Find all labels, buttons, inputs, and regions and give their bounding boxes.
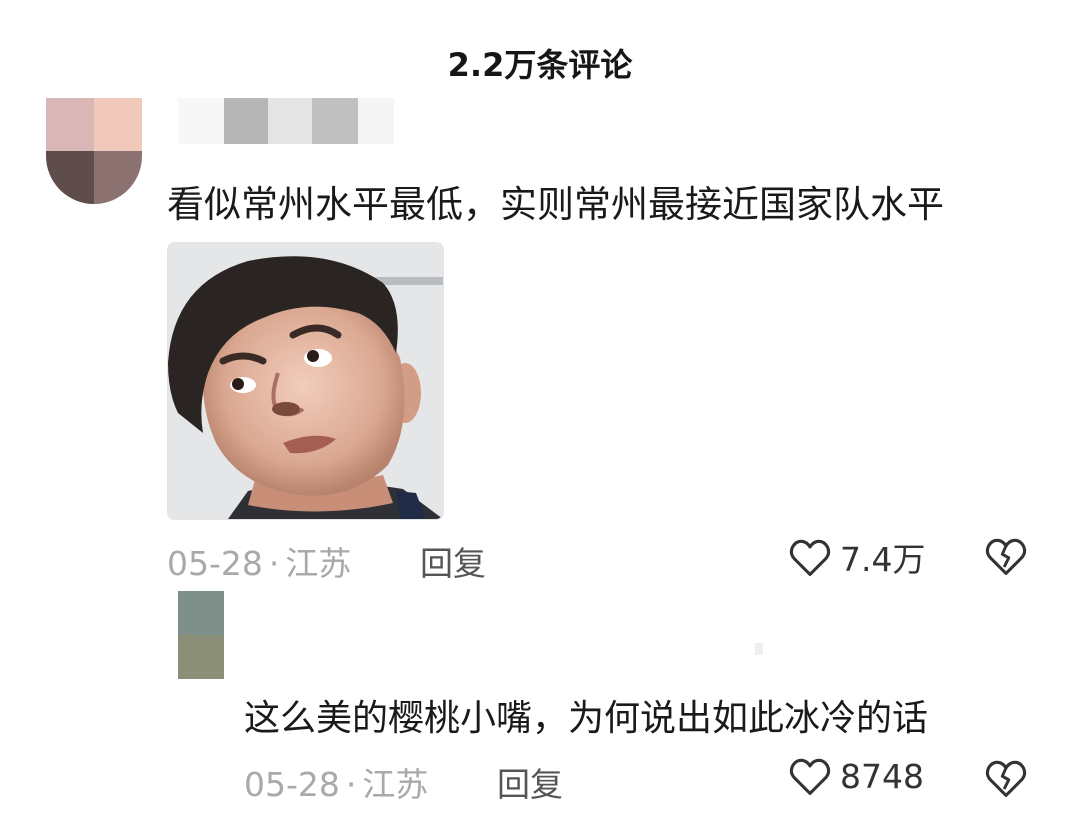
like-count: 7.4万: [840, 540, 926, 579]
broken-heart-icon: [985, 538, 1027, 575]
comment-location: 江苏: [285, 544, 352, 583]
comment-date: 05-28: [167, 544, 263, 583]
like-count: 8748: [840, 756, 924, 796]
dislike-button[interactable]: [984, 535, 1028, 581]
comment-date: 05-28: [244, 765, 340, 804]
dislike-button[interactable]: [984, 757, 1028, 803]
broken-heart-icon: [985, 760, 1027, 797]
comment-location: 江苏: [362, 765, 429, 804]
comment-text: 这么美的樱桃小嘴，为何说出如此冰冷的话: [244, 698, 929, 739]
username-blur: [755, 643, 763, 655]
meta-separator: ·: [268, 544, 280, 583]
comment-text: 看似常州水平最低，实则常州最接近国家队水平: [167, 183, 944, 226]
comment-meta: 05-28 · 江苏: [244, 758, 428, 806]
like-button[interactable]: 7.4万: [788, 533, 925, 581]
reply-button[interactable]: 回复: [420, 537, 486, 585]
reply-button[interactable]: 回复: [497, 758, 563, 806]
heart-outline-icon: [789, 758, 831, 795]
avatar[interactable]: [46, 98, 142, 204]
heart-outline-icon: [789, 539, 831, 576]
comment-meta: 05-28 · 江苏: [167, 537, 351, 585]
comment-count-title: 2.2万条评论: [447, 46, 633, 84]
avatar[interactable]: [178, 591, 224, 679]
meta-separator: ·: [345, 765, 357, 804]
comment-sticker-image[interactable]: [167, 242, 444, 520]
like-button[interactable]: 8748: [788, 755, 924, 797]
